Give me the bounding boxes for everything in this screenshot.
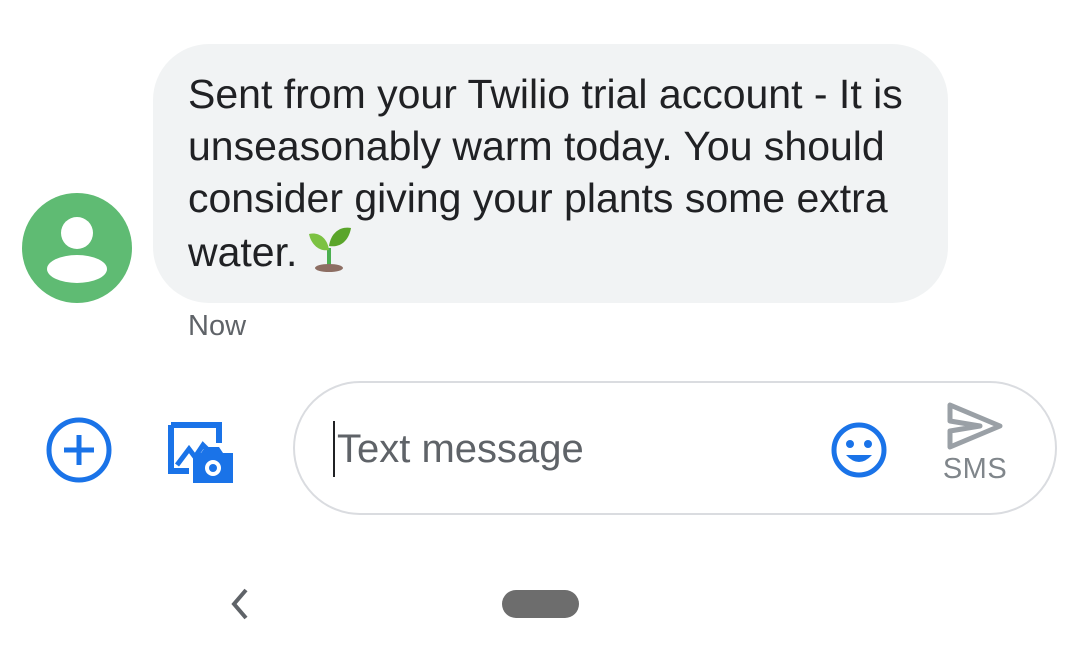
- plus-circle-icon: [46, 417, 112, 483]
- emoji-icon: [831, 422, 887, 478]
- message-timestamp: Now: [188, 310, 247, 342]
- seedling-icon: [305, 224, 353, 284]
- messaging-screen: Sent from your Twilio trial account - It…: [0, 0, 1080, 670]
- add-attachment-button[interactable]: [45, 416, 113, 484]
- gallery-camera-icon: [168, 422, 233, 483]
- contact-avatar[interactable]: [22, 193, 132, 303]
- send-icon: [947, 402, 1003, 450]
- message-input[interactable]: [333, 421, 807, 477]
- message-bubble[interactable]: Sent from your Twilio trial account - It…: [153, 44, 948, 303]
- nav-back-button[interactable]: [222, 584, 258, 624]
- person-icon: [47, 217, 107, 283]
- gallery-camera-button[interactable]: [163, 413, 237, 487]
- send-button[interactable]: SMS: [935, 401, 1015, 499]
- compose-box[interactable]: SMS: [293, 381, 1057, 515]
- nav-home-button[interactable]: [502, 590, 579, 618]
- send-mode-label: SMS: [942, 453, 1008, 485]
- emoji-button[interactable]: [830, 421, 888, 479]
- message-text: Sent from your Twilio trial account - It…: [188, 71, 915, 275]
- back-icon: [231, 588, 248, 620]
